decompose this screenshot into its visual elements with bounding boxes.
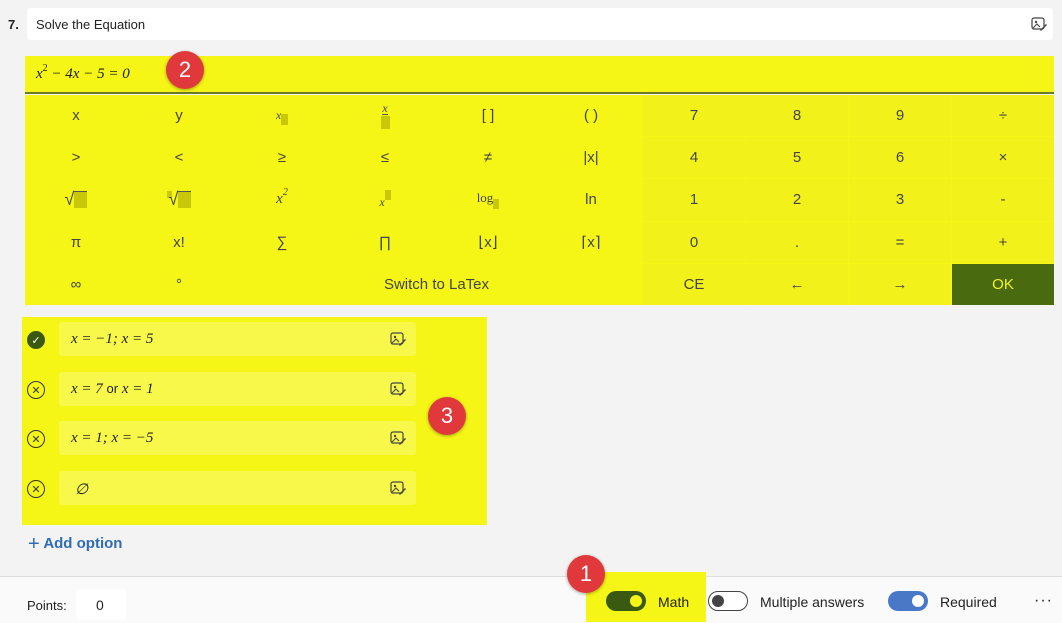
switch-to-latex-button[interactable]: Switch to LaTex xyxy=(231,263,642,305)
plus-icon: + xyxy=(28,533,40,555)
key-ln[interactable]: ln xyxy=(540,179,642,221)
question-title-text: Solve the Equation xyxy=(36,17,146,32)
key-plus[interactable]: + xyxy=(952,221,1054,263)
incorrect-mark-icon[interactable]: ✕ xyxy=(27,430,45,448)
image-edit-icon[interactable] xyxy=(389,479,407,497)
key-clear-entry[interactable]: CE xyxy=(643,263,745,305)
equation-text: x2 − 4x − 5 = 0 xyxy=(36,63,130,83)
sqrt-symbol: √ xyxy=(64,189,75,210)
multiple-answers-toggle[interactable] xyxy=(708,591,748,611)
image-edit-icon[interactable] xyxy=(1030,15,1048,33)
key-8[interactable]: 8 xyxy=(746,95,848,137)
option-3-text: x = 1; x = −5 xyxy=(71,430,154,446)
key-nth-root[interactable]: √ xyxy=(128,179,230,221)
key-brackets[interactable]: [ ] xyxy=(437,95,539,137)
key-2[interactable]: 2 xyxy=(746,179,848,221)
key-factorial[interactable]: x! xyxy=(128,221,230,263)
callout-badge-3: 3 xyxy=(428,397,466,435)
key-minus[interactable]: - xyxy=(952,179,1054,221)
points-label: Points: xyxy=(27,598,67,613)
square-exponent: 2 xyxy=(282,187,288,199)
option-2-field[interactable]: x = 7 or x = 1 xyxy=(59,372,416,406)
key-less-equal[interactable]: ≤ xyxy=(334,137,436,179)
correct-check-icon[interactable]: ✓ xyxy=(27,331,45,349)
ok-button[interactable]: OK xyxy=(952,263,1054,305)
key-floor[interactable]: ⌊x⌋ xyxy=(437,221,539,263)
equation-rest: − 4x − 5 = 0 xyxy=(47,66,130,82)
key-0[interactable]: 0 xyxy=(643,221,745,263)
key-greater-equal[interactable]: ≥ xyxy=(231,137,333,179)
add-option-label: Add option xyxy=(43,535,123,552)
points-input[interactable]: 0 xyxy=(76,589,126,620)
key-5[interactable]: 5 xyxy=(746,137,848,179)
equation-base: x xyxy=(36,66,43,82)
add-option-button[interactable]: + Add option xyxy=(28,531,123,555)
more-options-icon[interactable]: ··· xyxy=(1034,592,1053,610)
answer-options: ✓ x = −1; x = 5 ✕ x = 7 or x = 1 ✕ x = 1… xyxy=(22,317,487,525)
key-sum[interactable]: ∑ xyxy=(231,221,333,263)
image-edit-icon[interactable] xyxy=(389,429,407,447)
option-1-field[interactable]: x = −1; x = 5 xyxy=(59,322,416,356)
question-title-field[interactable]: Solve the Equation xyxy=(27,8,1053,40)
key-fraction[interactable]: x xyxy=(334,95,436,137)
equation-exponent: 2 xyxy=(42,63,48,74)
callout-badge-1: 1 xyxy=(567,555,605,593)
key-product[interactable]: ∏ xyxy=(334,221,436,263)
key-right-arrow[interactable]: → xyxy=(849,263,951,305)
question-number: 7. xyxy=(8,17,19,32)
key-pi[interactable]: π xyxy=(25,221,127,263)
key-less[interactable]: < xyxy=(128,137,230,179)
option-1-text: x = −1; x = 5 xyxy=(71,331,154,347)
option-4-field[interactable]: ∅ xyxy=(59,471,416,505)
points-value: 0 xyxy=(96,597,104,613)
key-log[interactable]: log xyxy=(437,179,539,221)
key-1[interactable]: 1 xyxy=(643,179,745,221)
key-not-equal[interactable]: ≠ xyxy=(437,137,539,179)
key-divide[interactable]: ÷ xyxy=(952,95,1054,137)
key-left-arrow[interactable]: ← xyxy=(746,263,848,305)
image-edit-icon[interactable] xyxy=(389,380,407,398)
key-sqrt[interactable]: √ xyxy=(25,179,127,221)
math-toggle[interactable] xyxy=(606,591,646,611)
option-2-post: x = 1 xyxy=(118,381,154,397)
option-2-or: or xyxy=(106,381,119,396)
key-greater[interactable]: > xyxy=(25,137,127,179)
option-3-field[interactable]: x = 1; x = −5 xyxy=(59,421,416,455)
option-4-text: ∅ xyxy=(75,482,89,498)
key-degree[interactable]: ° xyxy=(128,263,230,305)
key-subscript[interactable]: x xyxy=(231,95,333,137)
key-infinity[interactable]: ∞ xyxy=(25,263,127,305)
key-multiply[interactable]: × xyxy=(952,137,1054,179)
log-label: log xyxy=(476,189,494,205)
key-power[interactable]: x xyxy=(334,179,436,221)
math-toggle-label: Math xyxy=(658,594,690,610)
multiple-answers-label: Multiple answers xyxy=(760,594,865,610)
key-parentheses[interactable]: ( ) xyxy=(540,95,642,137)
math-keyboard: x y x x [ ] ( ) 7 8 9 ÷ > < ≥ ≤ ≠ |x| 4 … xyxy=(25,95,1054,305)
required-label: Required xyxy=(940,594,997,610)
required-toggle[interactable] xyxy=(888,591,928,611)
key-equals[interactable]: = xyxy=(849,221,951,263)
key-absolute[interactable]: |x| xyxy=(540,137,642,179)
key-9[interactable]: 9 xyxy=(849,95,951,137)
callout-badge-2: 2 xyxy=(166,51,204,89)
image-edit-icon[interactable] xyxy=(389,330,407,348)
option-2-text: x = 7 or x = 1 xyxy=(71,381,154,398)
key-7[interactable]: 7 xyxy=(643,95,745,137)
key-x[interactable]: x xyxy=(25,95,127,137)
incorrect-mark-icon[interactable]: ✕ xyxy=(27,480,45,498)
key-decimal[interactable]: . xyxy=(746,221,848,263)
option-2-pre: x = 7 xyxy=(71,381,107,397)
square-base: x xyxy=(276,191,283,208)
key-y[interactable]: y xyxy=(128,95,230,137)
incorrect-mark-icon[interactable]: ✕ xyxy=(27,381,45,399)
key-square[interactable]: x2 xyxy=(231,179,333,221)
key-4[interactable]: 4 xyxy=(643,137,745,179)
key-ceiling[interactable]: ⌈x⌉ xyxy=(540,221,642,263)
key-6[interactable]: 6 xyxy=(849,137,951,179)
nth-root-symbol: √ xyxy=(168,189,179,210)
key-3[interactable]: 3 xyxy=(849,179,951,221)
